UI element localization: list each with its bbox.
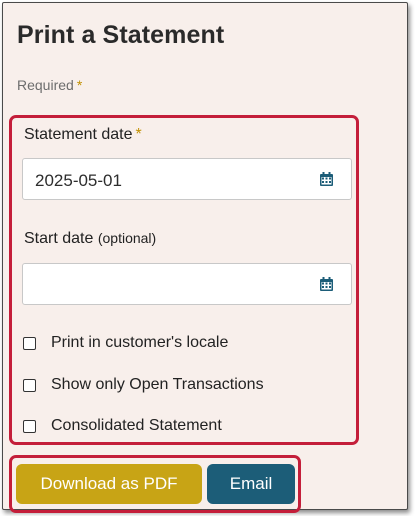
action-button-group: Download as PDF Email [9, 455, 301, 513]
consolidated-statement-checkbox[interactable] [23, 420, 36, 433]
start-date-label: Start date (optional) [24, 230, 156, 248]
dialog-title: Print a Statement [17, 21, 225, 49]
statement-date-label: Statement date * [24, 126, 142, 144]
required-marker: * [76, 77, 83, 93]
customer-locale-label[interactable]: Print in customer's locale [51, 334, 228, 352]
download-pdf-button[interactable]: Download as PDF [16, 464, 202, 504]
required-legend: Required * [17, 77, 82, 93]
start-date-optional-text: (optional) [97, 230, 157, 246]
start-date-label-text: Start date [24, 230, 94, 247]
open-transactions-label[interactable]: Show only Open Transactions [51, 376, 264, 394]
email-button[interactable]: Email [207, 464, 295, 504]
print-statement-dialog: Print a Statement Required * Statement da… [2, 2, 408, 513]
statement-form-group: Statement date * 2025-05-01 Start date (o… [9, 115, 359, 445]
statement-date-input[interactable]: 2025-05-01 [22, 158, 352, 200]
start-date-input[interactable] [22, 263, 352, 305]
required-label: Required [17, 77, 74, 93]
open-transactions-checkbox[interactable] [23, 379, 36, 392]
statement-date-required-marker: * [135, 126, 142, 143]
statement-date-label-text: Statement date [24, 126, 133, 143]
calendar-icon[interactable] [320, 277, 333, 291]
consolidated-statement-label[interactable]: Consolidated Statement [51, 417, 222, 435]
calendar-icon[interactable] [320, 172, 333, 186]
customer-locale-checkbox[interactable] [23, 337, 36, 350]
statement-date-value: 2025-05-01 [35, 171, 122, 190]
